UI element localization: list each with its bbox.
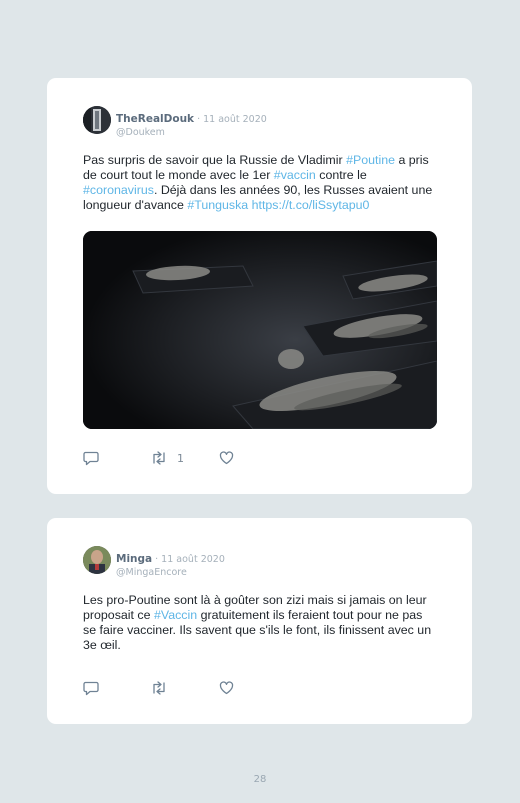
tweet-media-image[interactable]: [83, 231, 437, 429]
retweet-count: 1: [177, 451, 184, 465]
tweet-text-segment: Pas surpris de savoir que la Russie de V…: [83, 153, 347, 167]
like-button[interactable]: [219, 450, 234, 466]
hashtag-link[interactable]: #coronavirus: [83, 183, 154, 197]
speech-bubble-icon: [83, 681, 99, 696]
avatar[interactable]: [83, 546, 111, 574]
display-name[interactable]: Minga: [116, 553, 152, 565]
tweet-actions: 1: [83, 450, 283, 466]
hashtag-link[interactable]: #Vaccin: [154, 608, 197, 622]
heart-icon: [219, 681, 234, 695]
reply-button[interactable]: [83, 680, 99, 696]
speech-bubble-icon: [83, 451, 99, 466]
tweet-actions: [83, 680, 283, 696]
tweet-text: Les pro-Poutine sont là à goûter son ziz…: [83, 593, 438, 653]
user-handle[interactable]: @Doukem: [116, 127, 267, 138]
retweet-button[interactable]: 1: [150, 450, 184, 466]
like-button[interactable]: [219, 680, 234, 696]
user-handle[interactable]: @MingaEncore: [116, 567, 225, 578]
tweet-date: · 11 août 2020: [152, 554, 225, 565]
hashtag-link[interactable]: #Poutine: [346, 153, 395, 167]
retweet-arrows-icon: [150, 681, 168, 695]
tweet-text: Pas surpris de savoir que la Russie de V…: [83, 153, 438, 213]
display-name[interactable]: TheRealDouk: [116, 113, 194, 125]
hashtag-link[interactable]: #vaccin: [274, 168, 316, 182]
heart-icon: [219, 451, 234, 465]
retweet-button[interactable]: [150, 680, 168, 696]
page-number: 28: [253, 774, 267, 785]
tweet-link[interactable]: https://t.co/liSsytapu0: [252, 198, 370, 212]
tweet-card: TheRealDouk · 11 août 2020 @Doukem Pas s…: [47, 78, 472, 494]
hashtag-link[interactable]: #Tunguska: [187, 198, 248, 212]
avatar[interactable]: [83, 106, 111, 134]
tweet-date: · 11 août 2020: [194, 114, 267, 125]
retweet-arrows-icon: [150, 451, 168, 465]
reply-button[interactable]: [83, 450, 99, 466]
tweet-text-segment: contre le: [315, 168, 367, 182]
tweet-card: Minga · 11 août 2020 @MingaEncore Les pr…: [47, 518, 472, 724]
